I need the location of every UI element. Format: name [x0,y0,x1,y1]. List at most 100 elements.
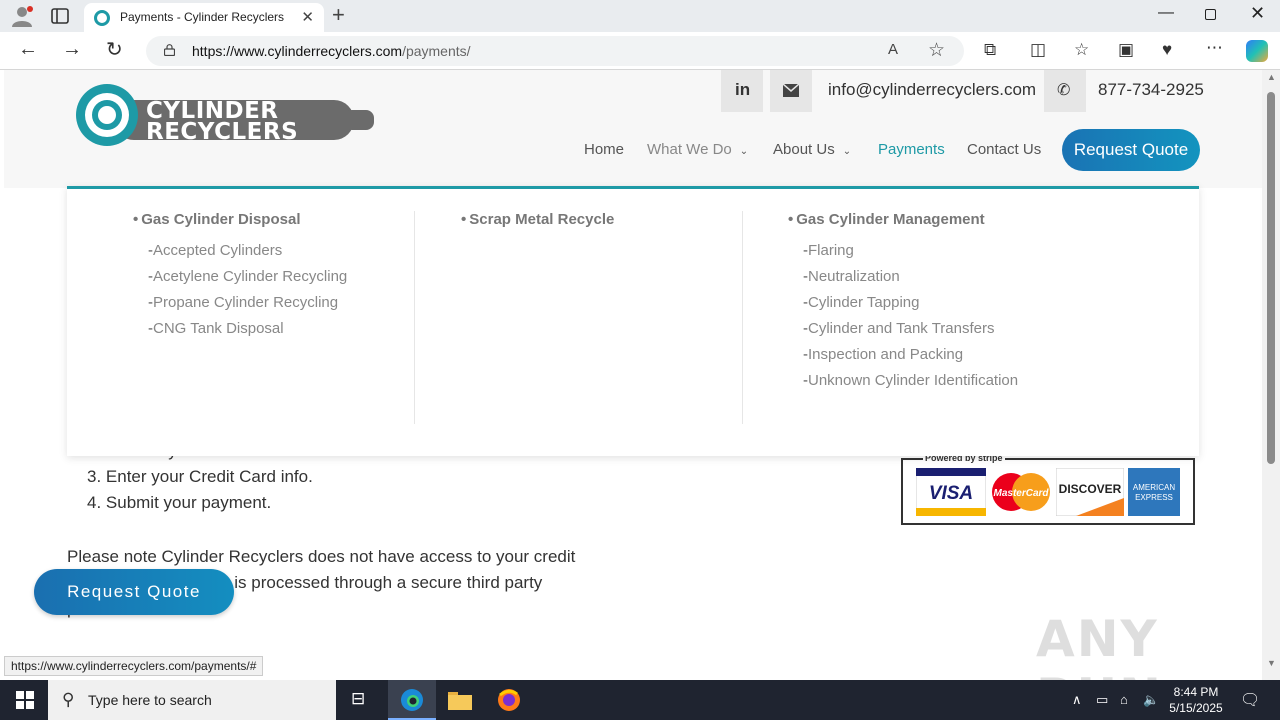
task-view-icon: ⊟ [351,689,366,708]
scroll-up-arrow-icon[interactable]: ▲ [1267,72,1276,82]
chevron-down-icon: ⌄ [739,146,749,157]
amex-card-icon: AMERICAN EXPRESS [1128,468,1180,516]
taskbar-file-explorer[interactable] [436,680,484,720]
nav-about-us[interactable]: About Us ⌄ [773,141,851,158]
reload-icon[interactable]: ↻ [106,37,123,62]
svg-text:EXPRESS: EXPRESS [1135,493,1173,502]
network-icon[interactable]: ⌂ [1120,692,1128,707]
mastercard-icon: MasterCard [992,473,1050,511]
menu-item-unknown-cylinder-id[interactable]: Unknown Cylinder Identification [803,368,1018,394]
mastercard-text: MasterCard [993,488,1049,499]
menu-item-propane-recycling[interactable]: Propane Cylinder Recycling [148,290,347,316]
menu-heading-gas-cylinder-management[interactable]: Gas Cylinder Management [788,211,1018,228]
nav-home[interactable]: Home [584,141,624,158]
minimize-icon[interactable]: — [1158,4,1174,22]
back-arrow-icon[interactable]: ← [18,38,38,61]
edge-icon [401,689,423,711]
copilot-icon[interactable] [1246,40,1268,62]
windows-start-icon[interactable] [16,691,34,709]
nav-what-we-do[interactable]: What We Do ⌄ [647,141,748,158]
anyrun-watermark: ANY RUN [1036,610,1161,680]
menu-item-tank-transfers[interactable]: Cylinder and Tank Transfers [803,316,1018,342]
read-aloud-icon[interactable]: A [888,41,898,58]
firefox-icon [498,689,520,711]
taskbar-search-box[interactable]: ⚲ Type here to search [48,680,336,720]
browser-tab-bar: Payments - Cylinder Recyclers ✕ + — ✕ [0,0,1280,32]
menu-item-accepted-cylinders[interactable]: Accepted Cylinders [148,238,347,264]
taskbar-edge[interactable] [388,680,436,720]
menu-heading-gas-cylinder-disposal[interactable]: Gas Cylinder Disposal [133,211,347,228]
task-view-button[interactable]: ⊟ [336,680,384,720]
linkedin-button[interactable]: in [721,70,763,112]
menu-item-neutralization[interactable]: Neutralization [803,264,1018,290]
collections-icon[interactable]: ▣ [1118,40,1134,60]
nav-contact-us[interactable]: Contact Us [967,141,1041,158]
menu-item-acetylene-recycling[interactable]: Acetylene Cylinder Recycling [148,264,347,290]
phone-icon: ✆ [1057,82,1071,99]
discover-text: DISCOVER [1059,482,1122,496]
envelope-icon [783,84,799,97]
taskbar-firefox[interactable] [485,680,533,720]
profile-icon[interactable] [10,5,34,27]
more-menu-icon[interactable]: ⋯ [1206,38,1223,58]
menu-item-inspection-packing[interactable]: Inspection and Packing [803,342,1018,368]
address-bar[interactable]: https://www.cylinderrecyclers.com/paymen… [146,36,964,66]
address-toolbar: ← → ↻ https://www.cylinderrecyclers.com/… [0,32,1280,70]
scroll-down-arrow-icon[interactable]: ▼ [1267,658,1276,668]
menu-column-management: Gas Cylinder Management Flaring Neutrali… [788,211,1018,426]
what-we-do-mega-menu: Gas Cylinder Disposal Accepted Cylinders… [67,186,1199,456]
svg-text:AMERICAN: AMERICAN [1133,483,1175,492]
volume-icon[interactable]: 🔈 [1143,692,1159,708]
linkedin-icon: in [735,80,751,99]
forward-arrow-icon[interactable]: → [62,38,82,61]
tray-chevron-up-icon[interactable]: ∧ [1072,692,1082,708]
menu-divider [414,211,415,424]
logo-text: CYLINDER RECYCLERS [146,98,299,145]
workspaces-icon[interactable] [50,6,70,26]
search-icon: ⚲ [62,690,75,709]
floating-request-quote-button[interactable]: Request Quote [34,569,234,615]
close-tab-icon[interactable]: ✕ [301,8,314,26]
active-tab[interactable]: Payments - Cylinder Recyclers ✕ [84,3,324,32]
page-viewport: 2. Click Pay Now. 3. Enter your Credit C… [0,70,1262,680]
clock-date: 5/15/2025 [1169,701,1223,715]
url-text[interactable]: https://www.cylinderrecyclers.com/paymen… [192,43,471,59]
taskbar-search-placeholder: Type here to search [88,692,212,708]
favorite-star-icon[interactable]: ☆ [928,39,945,62]
header-phone[interactable]: 877-734-2925 [1098,80,1204,100]
page-scrollbar[interactable]: ▲ ▼ [1262,70,1280,680]
extensions-icon[interactable]: ⧉ [984,40,996,60]
nav-payments[interactable]: Payments [878,141,945,158]
step-3: 3. Enter your Credit Card info. [87,467,313,486]
tab-title: Payments - Cylinder Recyclers [120,10,285,24]
scrollbar-thumb[interactable] [1267,92,1275,464]
request-quote-button[interactable]: Request Quote [1062,129,1200,171]
payment-methods-image: Powered by stripe VISA MasterCard DISCOV… [901,453,1195,525]
tray-device-icon[interactable]: ▭ [1096,692,1108,708]
site-header: CYLINDER RECYCLERS in info@cylinderrecyc… [4,70,1262,188]
favorites-icon[interactable]: ☆ [1074,40,1089,60]
visa-card-icon: VISA [916,468,986,516]
phone-button[interactable]: ✆ [1044,70,1086,112]
menu-heading-scrap-metal-recycle[interactable]: Scrap Metal Recycle [461,211,614,228]
chevron-down-icon: ⌄ [842,146,852,157]
menu-item-cng-tank-disposal[interactable]: CNG Tank Disposal [148,316,347,342]
browser-essentials-icon[interactable]: ♥ [1162,40,1172,60]
discover-card-icon: DISCOVER [1056,468,1124,516]
email-button[interactable] [770,70,812,112]
step-4: 4. Submit your payment. [87,493,272,512]
new-tab-icon[interactable]: + [332,2,345,28]
lock-icon[interactable] [164,44,175,56]
menu-item-cylinder-tapping[interactable]: Cylinder Tapping [803,290,1018,316]
restore-icon[interactable] [1205,9,1216,20]
split-screen-icon[interactable]: ◫ [1030,40,1046,60]
notifications-icon[interactable]: 🗨 [1240,690,1260,710]
menu-item-flaring[interactable]: Flaring [803,238,1018,264]
visa-text: VISA [929,483,973,504]
folder-icon [448,692,472,710]
site-favicon-icon [94,10,110,26]
menu-divider [742,211,743,424]
header-email[interactable]: info@cylinderrecyclers.com [828,80,1036,100]
taskbar-clock[interactable]: 8:44 PM 5/15/2025 [1166,684,1226,716]
window-close-icon[interactable]: ✕ [1250,3,1265,24]
